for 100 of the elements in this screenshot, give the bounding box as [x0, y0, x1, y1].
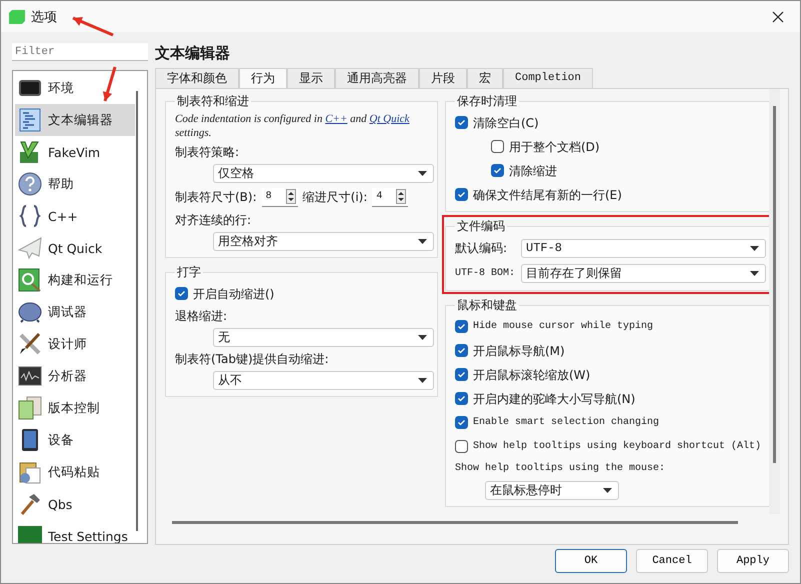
caret-icon	[750, 270, 759, 276]
tab[interactable]: 行为	[239, 68, 287, 88]
checkbox[interactable]	[455, 116, 468, 129]
checkbox-label: 开启内建的驼峰大小写导航(N)	[473, 390, 636, 408]
sidebar-item[interactable]: 代码粘贴	[15, 456, 135, 488]
paper-plane-icon	[18, 237, 42, 259]
document-icon	[18, 108, 42, 132]
app-logo-icon	[9, 10, 25, 24]
sidebar-item[interactable]: Qt Quick	[15, 232, 135, 264]
dialog-button[interactable]: Cancel	[636, 549, 708, 573]
tab[interactable]: Completion	[503, 68, 594, 88]
hammer-icon	[18, 492, 42, 516]
sidebar-item[interactable]: 调试器	[15, 296, 135, 328]
caret-icon	[418, 171, 427, 176]
monitor-icon	[18, 78, 42, 98]
close-icon[interactable]	[772, 10, 784, 22]
tab[interactable]: 显示	[287, 68, 335, 88]
field-label: 默认编码:	[455, 240, 508, 256]
sidebar-item[interactable]: 帮助	[15, 168, 135, 200]
checkbox[interactable]	[491, 164, 504, 177]
caret-icon	[750, 246, 759, 250]
tab[interactable]: 宏	[467, 68, 503, 88]
field-label: 对齐连续的行:	[175, 212, 252, 229]
annotation-arrow	[72, 16, 114, 36]
spin-arrows-icon	[396, 189, 406, 204]
checkbox[interactable]	[455, 368, 468, 381]
field-label: Show help tooltips using the mouse:	[455, 462, 666, 476]
window-title: 选项	[31, 8, 58, 26]
checkbox[interactable]	[455, 440, 468, 453]
annotation-arrow	[102, 66, 116, 102]
help-icon	[18, 172, 42, 196]
dropdown[interactable]: 在鼠标悬停时	[485, 481, 619, 500]
caret-icon	[603, 488, 612, 493]
checkbox[interactable]	[455, 188, 468, 201]
dropdown[interactable]: 从不	[213, 371, 434, 390]
sidebar-item[interactable]: 环境	[15, 72, 135, 104]
sidebar-item[interactable]: FakeVim	[15, 136, 135, 168]
sidebar-item[interactable]: 设备	[15, 424, 135, 456]
files-icon	[18, 396, 42, 420]
caret-icon	[418, 239, 427, 244]
sidebar-item[interactable]: Qbs	[15, 488, 135, 520]
braces-icon	[18, 204, 42, 228]
checkbox-label: Enable smart selection changing	[473, 416, 660, 430]
checkbox-label: 开启自动缩进()	[193, 286, 274, 302]
group-title: 保存时清理	[456, 93, 518, 110]
field-label: 制表符(Tab键)提供自动缩进:	[175, 351, 330, 368]
tab[interactable]: 片段	[419, 68, 467, 88]
sidebar-item[interactable]: 分析器	[15, 360, 135, 392]
spin-box[interactable]: 4	[372, 188, 408, 206]
oscilloscope-icon	[18, 366, 42, 386]
brush-icon	[18, 332, 42, 356]
scrollbar[interactable]	[773, 106, 776, 463]
checkbox[interactable]	[455, 320, 468, 333]
dropdown[interactable]: UTF-8	[521, 238, 766, 258]
filter-field[interactable]: Filter	[12, 43, 148, 61]
group-title: 制表符和缩进	[176, 93, 250, 110]
checkbox-label: Hide mouse cursor while typing	[473, 320, 654, 334]
sidebar-item[interactable]: 版本控制	[15, 392, 135, 424]
checkbox-label: 开启鼠标滚轮缩放(W)	[473, 366, 590, 384]
scrollbar[interactable]	[172, 521, 738, 524]
dropdown[interactable]: 仅空格	[213, 164, 434, 183]
caret-icon	[418, 335, 427, 340]
settings-link[interactable]: Qt Quick	[369, 113, 410, 125]
sidebar-item[interactable]: 设计师	[15, 328, 135, 360]
caret-icon	[418, 378, 427, 383]
sidebar-item[interactable]: 文本编辑器	[15, 104, 135, 136]
page-title: 文本编辑器	[155, 44, 231, 64]
checkbox-label: 清除空白(C)	[473, 114, 539, 132]
checkbox[interactable]	[175, 287, 188, 300]
tab[interactable]: 通用高亮器	[335, 68, 419, 88]
checkbox[interactable]	[455, 392, 468, 405]
checkbox-label: 用于整个文档(D)	[509, 138, 600, 156]
checkbox[interactable]	[455, 416, 468, 429]
scrollbar[interactable]	[136, 91, 138, 531]
dropdown[interactable]: 目前存在了则保留	[521, 264, 766, 282]
field-label: 缩进尺寸(i):	[302, 189, 368, 206]
field-label: 退格缩进:	[175, 308, 228, 325]
field-label: UTF-8 BOM:	[455, 268, 515, 278]
group-title: 文件编码	[456, 218, 506, 235]
dropdown[interactable]: 无	[213, 328, 434, 347]
dropdown[interactable]: 用空格对齐	[213, 232, 434, 251]
group-title: 打字	[176, 264, 202, 281]
spin-box[interactable]: 8	[262, 188, 298, 206]
sidebar-item[interactable]: 构建和运行	[15, 264, 135, 296]
checkbox-label: 开启鼠标导航(M)	[473, 342, 565, 360]
sidebar-item[interactable]: C++	[15, 200, 135, 232]
dialog-button[interactable]: OK	[555, 549, 627, 573]
info-note: Code indentation is configured in C++ and Qt Quick settings.	[175, 112, 410, 140]
settings-link[interactable]: C++	[325, 113, 348, 125]
checkbox-label: Show help tooltips using keyboard shortcut (Alt)	[473, 440, 762, 454]
group-title: 鼠标和键盘	[456, 297, 518, 314]
checkbox-label: 清除缩进	[509, 162, 557, 180]
field-label: 制表符尺寸(B):	[175, 189, 257, 206]
tab[interactable]: 字体和颜色	[155, 68, 239, 88]
sidebar-item[interactable]: Test Settings	[15, 520, 135, 543]
badge-icon	[18, 525, 42, 543]
checkbox[interactable]	[455, 344, 468, 357]
dialog-button[interactable]: Apply	[717, 549, 789, 573]
checkbox[interactable]	[491, 140, 504, 153]
checkbox-label: 确保文件结尾有新的一行(E)	[473, 186, 622, 204]
